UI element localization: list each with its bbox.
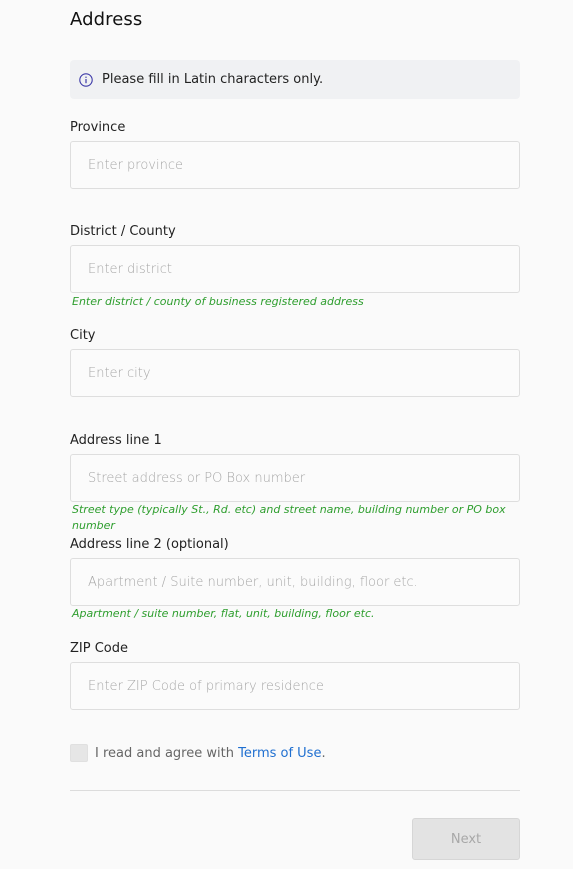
province-input[interactable] <box>70 141 520 189</box>
zip-code-input[interactable] <box>70 662 520 710</box>
district-hint: Enter district / county of business regi… <box>72 295 364 308</box>
district-input[interactable] <box>70 245 520 293</box>
address-line-2-input[interactable] <box>70 558 520 606</box>
address-form-page: Address Please fill in Latin characters … <box>0 0 573 869</box>
address-line-1-input[interactable] <box>70 454 520 502</box>
city-input[interactable] <box>70 349 520 397</box>
info-notice: Please fill in Latin characters only. <box>70 60 520 99</box>
zip-code-label: ZIP Code <box>70 641 128 656</box>
terms-agreement: I read and agree with Terms of Use. <box>70 744 326 762</box>
city-label: City <box>70 328 96 343</box>
info-notice-text: Please fill in Latin characters only. <box>102 72 324 87</box>
address-line-1-label: Address line 1 <box>70 433 162 448</box>
terms-checkbox[interactable] <box>70 744 88 762</box>
district-label: District / County <box>70 224 176 239</box>
info-icon <box>79 72 93 87</box>
address-line-2-hint: Apartment / suite number, flat, unit, bu… <box>72 607 375 620</box>
terms-prefix: I read and agree with <box>95 745 239 761</box>
address-line-1-hint: Street type (typically St., Rd. etc) and… <box>72 503 506 532</box>
address-line-2-label: Address line 2 (optional) <box>70 537 229 552</box>
terms-agreement-text: I read and agree with Terms of Use. <box>95 746 326 761</box>
terms-of-use-link[interactable]: Terms of Use <box>238 746 321 761</box>
divider <box>70 790 520 791</box>
terms-suffix: . <box>321 745 326 761</box>
province-label: Province <box>70 120 126 135</box>
page-title: Address <box>70 9 143 30</box>
next-button[interactable]: Next <box>412 818 520 860</box>
